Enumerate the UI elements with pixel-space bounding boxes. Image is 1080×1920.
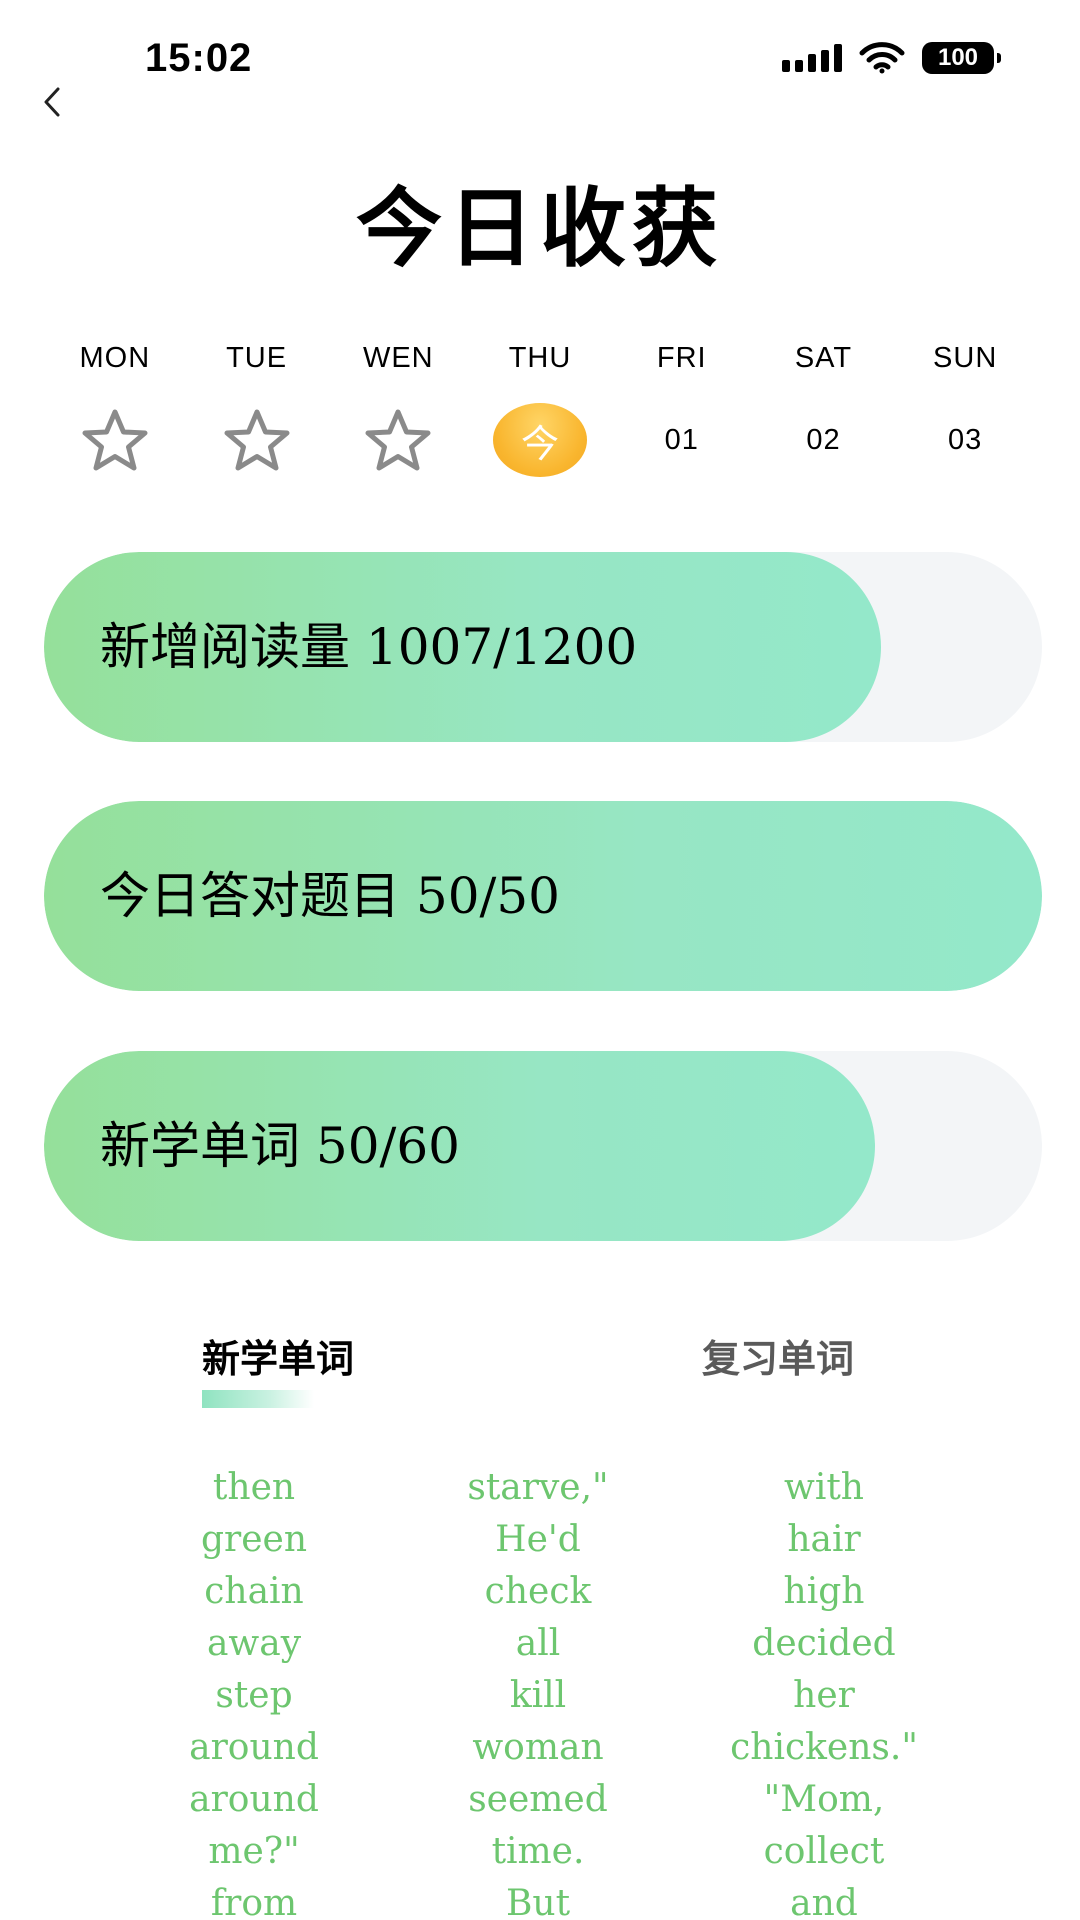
word-column-2: starve," He'd check all kill woman seemed time.… [398,1462,678,1920]
day-label: MON [79,342,151,374]
progress-label: 新学单词 50/60 [100,1117,460,1175]
day-fri[interactable]: FRI 01 [611,340,753,480]
page-title: 今日收获 [356,179,724,279]
word-item[interactable]: starve," [398,1462,678,1514]
date-number: 02 [806,423,841,456]
back-button[interactable] [30,80,74,124]
day-label: WEN [362,342,434,374]
tab-active-indicator [202,1390,314,1408]
progress-label: 今日答对题目 50/50 [100,867,560,925]
day-thu[interactable]: THU 今 [469,340,611,480]
word-item[interactable]: But [398,1878,678,1920]
word-tabs: 新学单词 复习单词 [0,1328,1080,1408]
week-calendar: MON TUE WEN THU 今 FRI 01 SAT 02 SUN 03 [44,340,1036,480]
word-item[interactable]: kill [398,1670,678,1722]
day-label: FRI [656,342,707,374]
word-item[interactable]: then [114,1462,394,1514]
word-item[interactable]: high [684,1566,964,1618]
word-column-3: with hair high decided her chickens." "Mom, col… [684,1462,964,1920]
word-item[interactable]: her [684,1670,964,1722]
word-item[interactable]: green [114,1514,394,1566]
word-item[interactable]: around [114,1774,394,1826]
day-wen[interactable]: WEN [327,340,469,480]
day-label: THU [508,342,572,374]
signal-icon [782,44,842,72]
date-number: 01 [664,423,699,456]
word-item[interactable]: woman [398,1722,678,1774]
reading-progress-bar: 新增阅读量 1007/1200 [44,552,1042,742]
progress-label: 新增阅读量 1007/1200 [100,618,638,676]
word-column-1: then green chain away step around around me?" fr… [114,1462,394,1920]
word-item[interactable]: "Mom, [684,1774,964,1826]
day-label: SUN [933,342,998,374]
answers-progress-bar: 今日答对题目 50/50 [44,801,1042,991]
date-number: 03 [948,423,983,456]
word-item[interactable]: all [398,1618,678,1670]
star-icon [82,409,148,471]
status-icons: 100 [782,42,1001,74]
word-item[interactable]: with [684,1462,964,1514]
wifi-icon [859,42,905,74]
word-item[interactable]: away [114,1618,394,1670]
word-item[interactable]: seemed [398,1774,678,1826]
tab-new-words[interactable]: 新学单词 [202,1328,354,1383]
word-item[interactable]: hair [684,1514,964,1566]
word-item[interactable]: check [398,1566,678,1618]
day-mon[interactable]: MON [44,340,186,480]
word-item[interactable]: chain [114,1566,394,1618]
day-label: TUE [226,342,288,374]
word-item[interactable]: step [114,1670,394,1722]
word-item[interactable]: He'd [398,1514,678,1566]
words-progress-bar: 新学单词 50/60 [44,1051,1042,1241]
battery-icon: 100 [922,42,1001,74]
chevron-left-icon [44,87,60,117]
word-item[interactable]: around [114,1722,394,1774]
word-item[interactable]: time. [398,1826,678,1878]
star-icon [224,409,290,471]
day-label: SAT [794,342,853,374]
day-sun[interactable]: SUN 03 [894,340,1036,480]
word-list: then green chain away step around around me?" fr… [0,1462,1080,1920]
word-item[interactable]: from [114,1878,394,1920]
word-item[interactable]: collect [684,1826,964,1878]
day-sat[interactable]: SAT 02 [753,340,895,480]
word-item[interactable]: chickens." [684,1722,964,1774]
word-item[interactable]: and [684,1878,964,1920]
star-icon [365,409,431,471]
status-time: 15:02 [145,36,253,80]
day-tue[interactable]: TUE [186,340,328,480]
word-item[interactable]: me?" [114,1826,394,1878]
tab-review-words[interactable]: 复习单词 [702,1328,854,1383]
today-badge: 今 [493,403,588,477]
status-bar: 15:02 100 [0,0,1080,110]
word-item[interactable]: decided [684,1618,964,1670]
